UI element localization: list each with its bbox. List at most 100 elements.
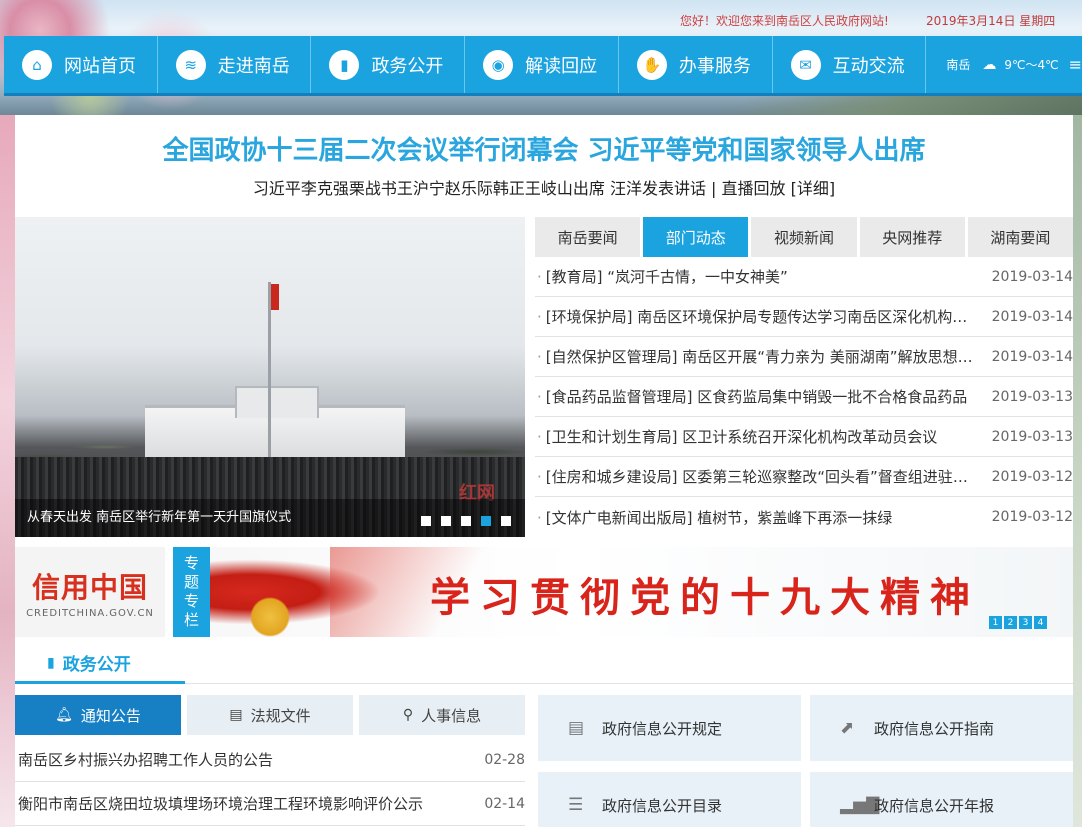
- main-nav: ⌂ 网站首页 ≋ 走进南岳 ▮ 政务公开 ◉ 解读回应 ✋ 办事服务 ✉ 互动交流 南岳 ☁…: [4, 36, 1082, 96]
- tab-nanyue-news[interactable]: 南岳要闻: [535, 217, 641, 257]
- folder-icon: ▤: [229, 707, 243, 723]
- news-title[interactable]: [自然保护区管理局] 南岳区开展“青力亲为 美丽湖南”解放思想大讨论活动: [535, 346, 981, 367]
- info-guide-button[interactable]: ⬈ 政府信息公开指南: [810, 695, 1073, 761]
- slider-dot-active[interactable]: [481, 516, 491, 526]
- tab-video-news[interactable]: 视频新闻: [751, 217, 857, 257]
- sub-tabs: 🔔︎ 通知公告 ▤ 法规文件 ⚲ 人事信息: [15, 695, 525, 735]
- label-char: 题: [183, 573, 199, 591]
- news-list: [教育局] “岚河千古情，一中女神美” 2019-03-14 [环境保护局] 南岳…: [535, 257, 1073, 537]
- list-doc-icon: ▤: [568, 718, 585, 738]
- badge-icon: ⚲: [402, 707, 414, 723]
- news-title[interactable]: [住房和城乡建设局] 区委第三轮巡察整改“回头看”督查组进驻区住建局: [535, 466, 981, 487]
- nav-label: 政务公开: [371, 55, 444, 77]
- tab-department-news[interactable]: 部门动态: [643, 217, 749, 257]
- menu-icon[interactable]: ≡: [1069, 55, 1082, 74]
- news-date: 2019-03-14: [991, 308, 1073, 325]
- info-annual-report-button[interactable]: ▂▅▇ 政府信息公开年报: [810, 772, 1073, 827]
- news-title[interactable]: [教育局] “岚河千古情，一中女神美”: [535, 266, 981, 287]
- credit-title: 信用中国: [31, 570, 148, 604]
- document-icon: ▮: [47, 654, 55, 671]
- info-regulations-button[interactable]: ▤ 政府信息公开规定: [538, 695, 801, 761]
- list-item[interactable]: [卫生和计划生育局] 区卫计系统召开深化机构改革动员会议 2019-03-13: [535, 417, 1073, 457]
- credit-url: CREDITCHINA.GOV.CN: [26, 607, 154, 619]
- image-slider[interactable]: 红网 从春天出发 南岳区举行新年第一天升国旗仪式: [15, 217, 525, 537]
- credit-china-logo[interactable]: 信用中国 CREDITCHINA.GOV.CN: [15, 547, 165, 637]
- news-date: 2019-03-12: [991, 468, 1073, 485]
- tab-label: 人事信息: [421, 706, 482, 725]
- news-date: 2019-03-13: [991, 428, 1073, 445]
- list-item[interactable]: 衡阳市南岳区烧田垃圾填埋场环境治理工程环境影响评价公示 02-14: [15, 782, 525, 826]
- notice-title[interactable]: 衡阳市南岳区烧田垃圾填埋场环境治理工程环境影响评价公示: [15, 793, 465, 814]
- bell-icon: 🔔︎: [55, 707, 73, 723]
- list-item[interactable]: [住房和城乡建设局] 区委第三轮巡察整改“回头看”督查组进驻区住建局 2019-0…: [535, 457, 1073, 497]
- nav-label: 办事服务: [678, 55, 751, 77]
- message-icon: ✉: [790, 49, 821, 80]
- list-item[interactable]: [环境保护局] 南岳区环境保护局专题传达学习南岳区深化机构改革动员会议精神 201…: [535, 297, 1073, 337]
- top-info-bar: 您好！欢迎您来到南岳区人民政府网站! 2019年3月14日 星期四: [680, 12, 1055, 29]
- list-item[interactable]: [食品药品监督管理局] 区食药监局集中销毁一批不合格食品药品 2019-03-13: [535, 377, 1073, 417]
- notice-title[interactable]: 南岳区乡村振兴办招聘工作人员的公告: [15, 749, 465, 770]
- banner-page[interactable]: 4: [1034, 616, 1047, 629]
- list-item[interactable]: [自然保护区管理局] 南岳区开展“青力亲为 美丽湖南”解放思想大讨论活动 2019…: [535, 337, 1073, 377]
- left-decoration: [0, 115, 15, 827]
- info-label: 政府信息公开目录: [602, 796, 723, 815]
- nav-item-government[interactable]: ▮ 政务公开: [311, 36, 466, 93]
- nav-label: 解读回应: [525, 55, 598, 77]
- slider-dot[interactable]: [461, 516, 471, 526]
- headline-subtitle[interactable]: 习近平李克强栗战书王沪宁赵乐际韩正王岐山出席 汪洋发表讲话 | 直播回放 [详细…: [15, 175, 1073, 199]
- headline-title[interactable]: 全国政协十三届二次会议举行闭幕会 习近平等党和国家领导人出席: [15, 130, 1073, 167]
- section-title[interactable]: ▮ 政务公开: [15, 644, 185, 684]
- document-icon: ▮: [329, 49, 360, 80]
- banner-page[interactable]: 1: [989, 616, 1002, 629]
- section-divider: [185, 683, 1073, 684]
- home-icon: ⌂: [22, 49, 52, 80]
- tab-notices[interactable]: 🔔︎ 通知公告: [15, 695, 181, 735]
- nav-item-interaction[interactable]: ✉ 互动交流: [773, 36, 927, 93]
- tab-label: 法规文件: [250, 706, 311, 725]
- nav-item-interpretation[interactable]: ◉ 解读回应: [465, 36, 619, 93]
- list-item[interactable]: 南岳区乡村振兴办招聘工作人员的公告 02-28: [15, 738, 525, 782]
- news-title[interactable]: [文体广电新闻出版局] 植树节，紫盖峰下再添一抹绿: [535, 507, 981, 528]
- info-label: 政府信息公开年报: [874, 796, 995, 815]
- news-date: 2019-03-14: [991, 268, 1073, 285]
- info-catalog-button[interactable]: ☰ 政府信息公开目录: [538, 772, 801, 827]
- list-item[interactable]: [教育局] “岚河千古情，一中女神美” 2019-03-14: [535, 257, 1073, 297]
- news-date: 2019-03-14: [991, 348, 1073, 365]
- news-title[interactable]: [卫生和计划生育局] 区卫计系统召开深化机构改革动员会议: [535, 426, 981, 447]
- nav-label: 互动交流: [832, 55, 905, 77]
- slider-dots: [421, 516, 511, 526]
- slider-dot[interactable]: [421, 516, 431, 526]
- nav-item-home[interactable]: ⌂ 网站首页: [4, 36, 158, 93]
- current-date: 2019年3月14日 星期四: [926, 14, 1056, 28]
- party-emblem-graphic: [210, 547, 530, 637]
- flag: [271, 284, 279, 310]
- notice-date: 02-14: [484, 795, 525, 812]
- tab-personnel[interactable]: ⚲ 人事信息: [359, 695, 525, 735]
- compass-icon: ⬈: [840, 718, 855, 738]
- banner-slogan: 学习贯彻党的十九大精神: [430, 575, 980, 621]
- thumbs-up-icon: ✋: [636, 49, 667, 80]
- weather-city: 南岳: [946, 58, 971, 72]
- slider-dot[interactable]: [441, 516, 451, 526]
- news-title[interactable]: [食品药品监督管理局] 区食药监局集中销毁一批不合格食品药品: [535, 386, 981, 407]
- slider-dot[interactable]: [501, 516, 511, 526]
- nav-item-services[interactable]: ✋ 办事服务: [619, 36, 773, 93]
- tab-regulations[interactable]: ▤ 法规文件: [187, 695, 353, 735]
- bar-chart-icon: ▂▅▇: [840, 795, 880, 815]
- list-item[interactable]: [文体广电新闻出版局] 植树节，紫盖峰下再添一抹绿 2019-03-12: [535, 497, 1073, 537]
- nav-item-about[interactable]: ≋ 走进南岳: [158, 36, 312, 93]
- tab-central-recommend[interactable]: 央网推荐: [859, 217, 965, 257]
- special-topic-banner[interactable]: 专 题 专 栏 学习贯彻党的十九大精神 1 2 3 4: [173, 547, 1073, 637]
- nav-label: 网站首页: [64, 55, 136, 77]
- weather-temp: 9℃～4℃: [1004, 58, 1059, 72]
- chat-icon: ◉: [483, 49, 514, 80]
- right-decoration: [1073, 115, 1082, 827]
- layers-icon: ≋: [175, 49, 206, 80]
- nav-label: 走进南岳: [217, 55, 290, 77]
- news-title[interactable]: [环境保护局] 南岳区环境保护局专题传达学习南岳区深化机构改革动员会议精神: [535, 306, 981, 327]
- tab-hunan-news[interactable]: 湖南要闻: [967, 217, 1074, 257]
- banner-page[interactable]: 2: [1004, 616, 1017, 629]
- notice-date: 02-28: [484, 751, 525, 768]
- special-topic-label: 专 题 专 栏: [173, 547, 210, 637]
- banner-page[interactable]: 3: [1019, 616, 1032, 629]
